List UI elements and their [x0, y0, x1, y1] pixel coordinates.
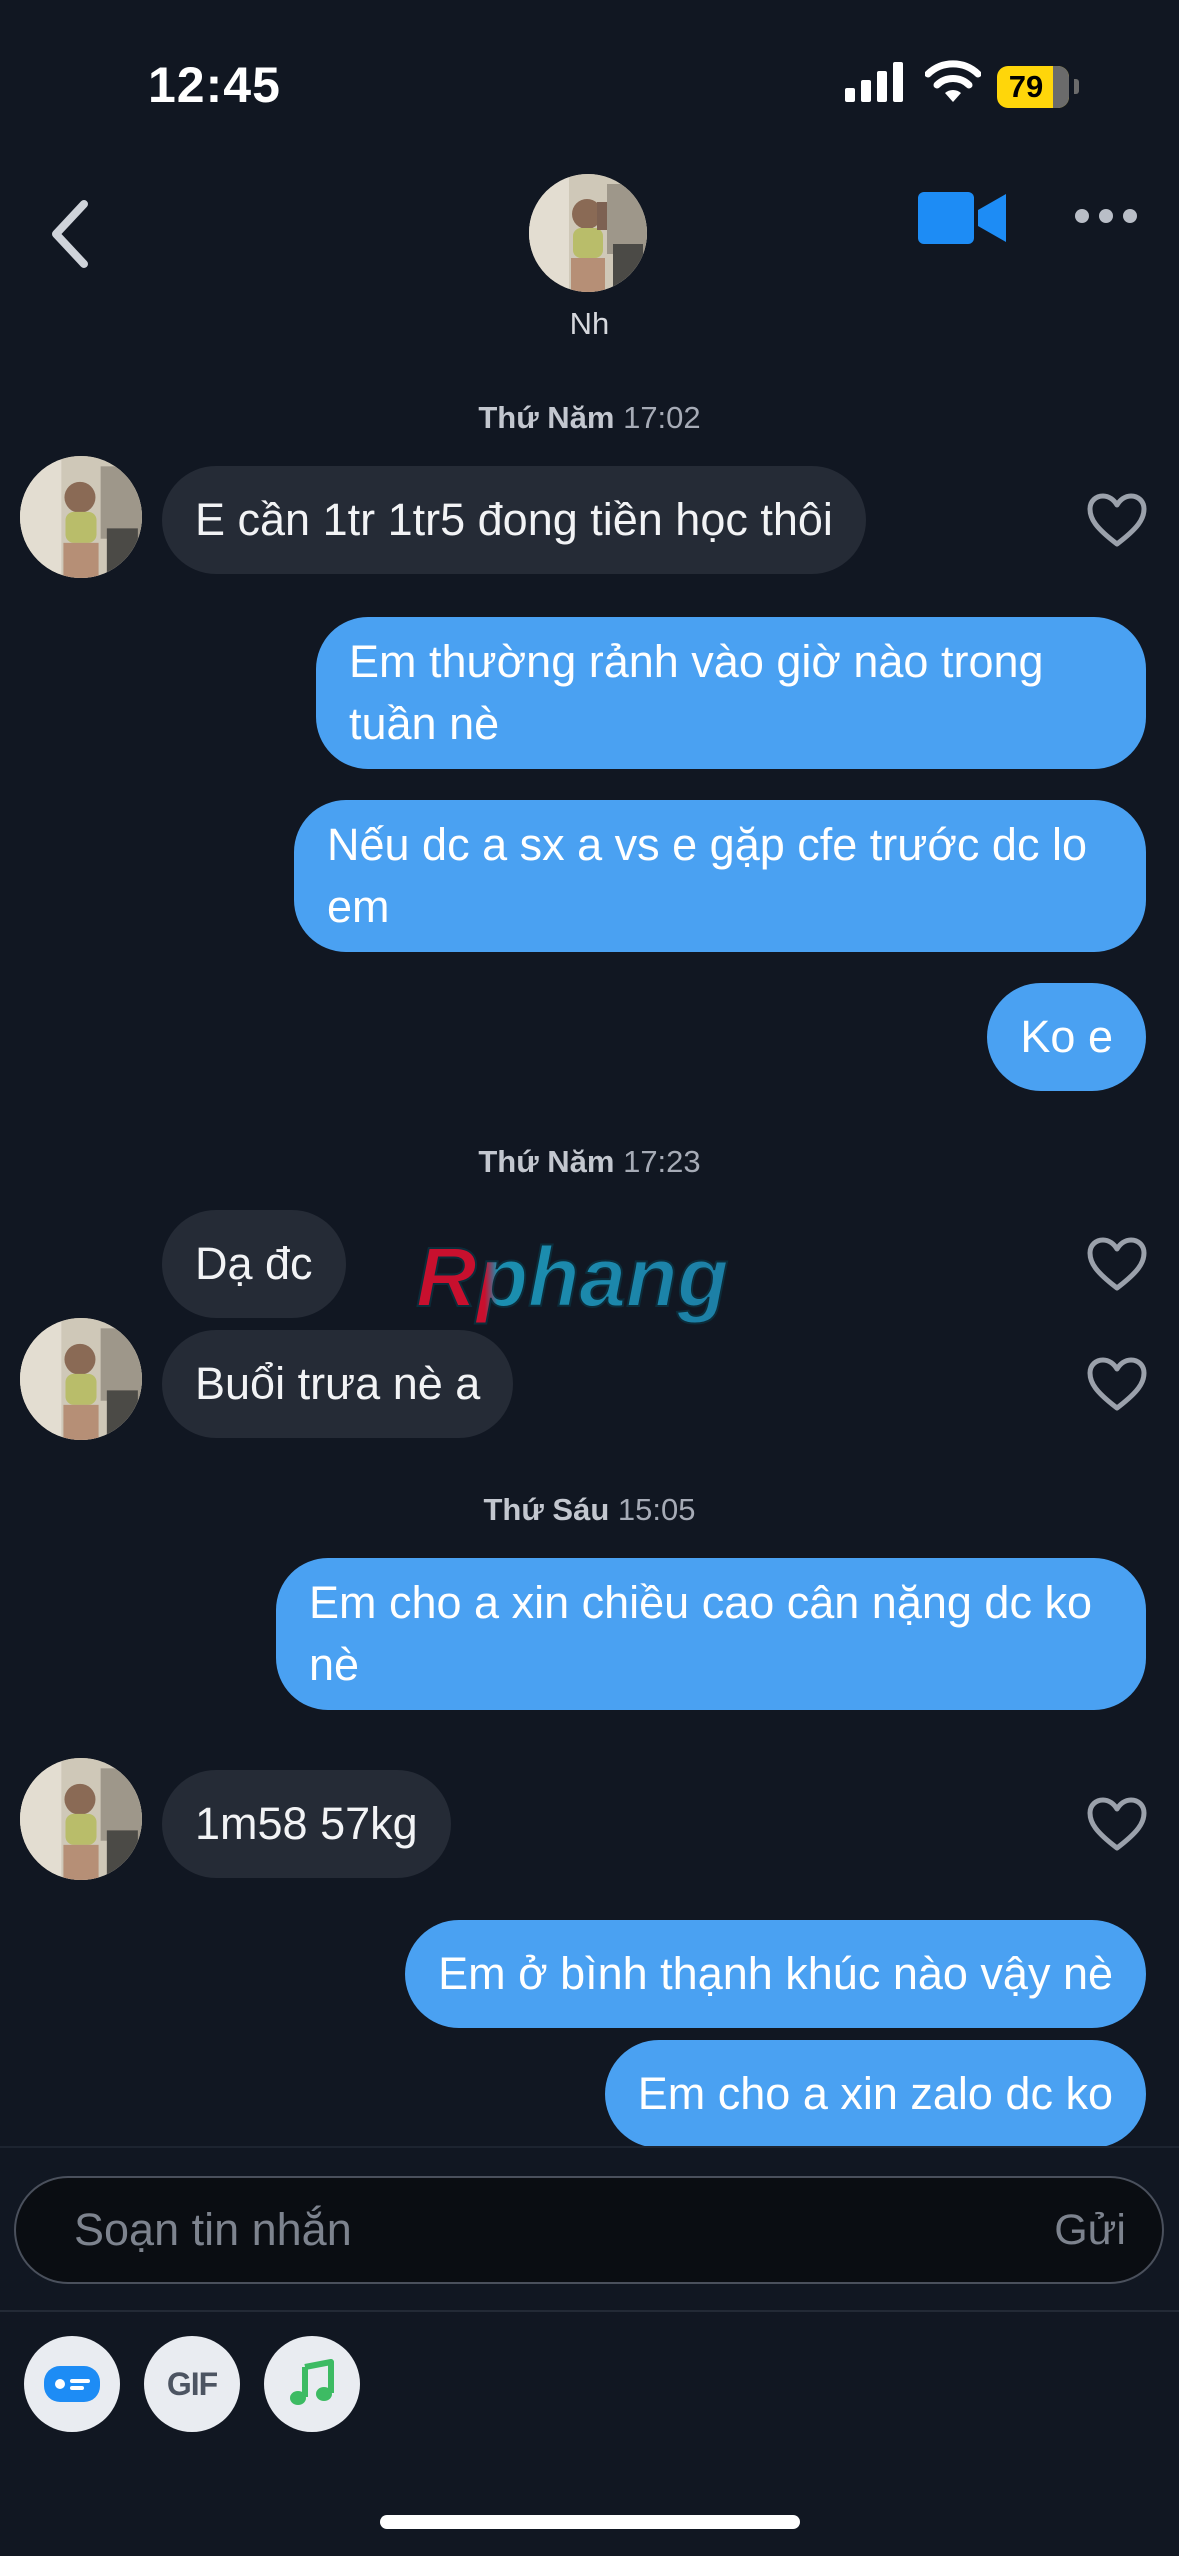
- contact-name[interactable]: Nh: [0, 306, 1179, 342]
- outgoing-message[interactable]: Em cho a xin zalo dc ko: [604, 2040, 1146, 2148]
- incoming-message[interactable]: Buổi trưa nè a: [162, 1330, 514, 1438]
- date-time: 17:23: [623, 1144, 701, 1179]
- date-time: 15:05: [617, 1492, 696, 1527]
- battery-indicator: 79: [997, 66, 1079, 108]
- date-separator: Thứ Năm 17:23: [0, 1144, 1179, 1180]
- back-chevron-icon[interactable]: [44, 196, 96, 272]
- date-day: Thứ Năm: [478, 1144, 615, 1179]
- sender-avatar[interactable]: [20, 456, 142, 578]
- message-input[interactable]: Soạn tin nhắn Gửi: [14, 2176, 1164, 2284]
- toolbar-divider: [0, 2310, 1179, 2312]
- heart-icon[interactable]: [1086, 492, 1148, 548]
- date-separator: Thứ Sáu 15:05: [0, 1492, 1179, 1528]
- incoming-message[interactable]: Dạ đc: [162, 1210, 346, 1318]
- incoming-message[interactable]: 1m58 57kg: [162, 1770, 451, 1878]
- contact-avatar[interactable]: [529, 174, 647, 292]
- gif-button[interactable]: GIF: [144, 2336, 240, 2432]
- music-button[interactable]: [264, 2336, 360, 2432]
- music-note-icon: [290, 2359, 334, 2405]
- cellular-signal-icon: [845, 62, 903, 102]
- composer-divider: [0, 2146, 1179, 2148]
- avatar-photo: [20, 1318, 142, 1440]
- gif-label: GIF: [166, 2365, 218, 2402]
- date-separator: Thứ Năm 17:02: [0, 400, 1179, 436]
- sender-avatar[interactable]: [20, 1758, 142, 1880]
- watermark-logo: Rphang: [415, 1229, 730, 1325]
- date-day: Thứ Năm: [478, 400, 615, 435]
- avatar-photo: [20, 456, 142, 578]
- outgoing-message[interactable]: Ko e: [987, 983, 1146, 1091]
- outgoing-message[interactable]: Em thường rảnh vào giờ nào trong tuần nè: [316, 617, 1146, 769]
- date-time: 17:02: [623, 400, 701, 435]
- sticker-button[interactable]: [24, 2336, 120, 2432]
- send-button[interactable]: Gửi: [1054, 2178, 1126, 2282]
- wifi-icon: [925, 60, 981, 102]
- avatar-photo: [529, 174, 647, 292]
- outgoing-message[interactable]: Nếu dc a sx a vs e gặp cfe trước dc lo e…: [294, 800, 1146, 952]
- card-chat-icon: [44, 2366, 100, 2402]
- heart-icon[interactable]: [1086, 1356, 1148, 1412]
- message-input-placeholder: Soạn tin nhắn: [74, 2204, 352, 2255]
- outgoing-message[interactable]: Em cho a xin chiều cao cân nặng dc ko nè: [276, 1558, 1146, 1710]
- avatar-photo: [20, 1758, 142, 1880]
- date-day: Thứ Sáu: [483, 1492, 610, 1527]
- heart-icon[interactable]: [1086, 1236, 1148, 1292]
- more-options-icon[interactable]: [1072, 202, 1140, 230]
- sender-avatar[interactable]: [20, 1318, 142, 1440]
- home-indicator: [380, 2515, 800, 2529]
- incoming-message[interactable]: E cần 1tr 1tr5 đong tiền học thôi: [162, 466, 866, 574]
- battery-percent: 79: [1008, 69, 1044, 104]
- video-call-icon[interactable]: [918, 188, 1008, 248]
- outgoing-message[interactable]: Em ở bình thạnh khúc nào vậy nè: [405, 1920, 1146, 2028]
- heart-icon[interactable]: [1086, 1796, 1148, 1852]
- svg-text:Rphang: Rphang: [416, 1230, 729, 1324]
- status-time: 12:45: [148, 57, 281, 113]
